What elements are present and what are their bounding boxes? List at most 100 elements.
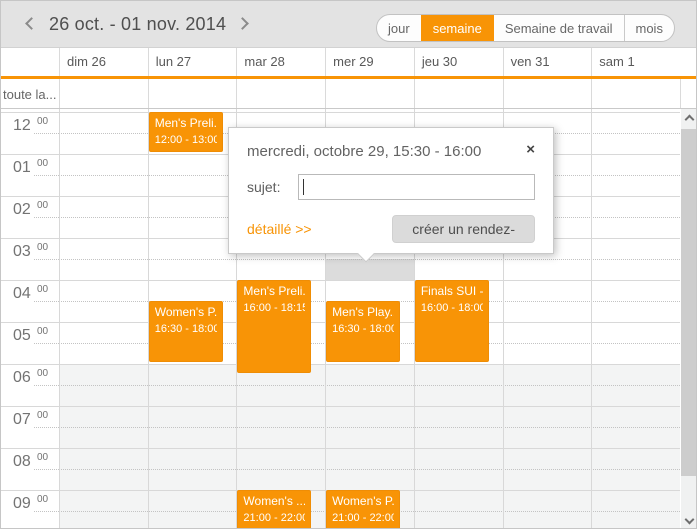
half-hour-line-gutter [34, 217, 59, 218]
hour-minutes-label: 00 [37, 242, 48, 253]
scroll-up-button[interactable] [681, 109, 697, 126]
create-appointment-popup: mercredi, octobre 29, 15:30 - 16:00 × su… [228, 127, 554, 254]
hour-minutes-label: 00 [37, 452, 48, 463]
hour-minutes-label: 00 [37, 158, 48, 169]
subject-label: sujet: [247, 179, 298, 195]
hour-line [1, 280, 680, 281]
hour-minutes-label: 00 [37, 494, 48, 505]
close-icon[interactable]: × [526, 143, 535, 157]
event-title: Finals SUI -... [421, 284, 483, 299]
event[interactable]: Women's P... 16:30 - 18:00 [149, 301, 223, 362]
event-title: Men's Preli... [243, 284, 305, 299]
view-workweek-button[interactable]: Semaine de travail [493, 15, 624, 41]
detail-link[interactable]: détaillé >> [247, 221, 312, 237]
event-title: Women's P... [332, 494, 394, 509]
day-header-cell[interactable]: ven 31 [503, 48, 592, 76]
prev-week-button[interactable] [21, 15, 39, 33]
text-caret [303, 179, 304, 195]
hour-label: 06 [13, 369, 31, 387]
event[interactable]: Finals SUI -...16:00 - 18:00 [415, 280, 489, 362]
view-month-button[interactable]: mois [624, 15, 674, 41]
all-day-row[interactable]: toute la... [1, 79, 696, 109]
popup-title: mercredi, octobre 29, 15:30 - 16:00 [247, 143, 481, 160]
view-switcher: jour semaine Semaine de travail mois [376, 14, 675, 42]
event[interactable]: Men's Preli...12:00 - 13:00 [149, 112, 223, 152]
hour-minutes-label: 00 [37, 326, 48, 337]
column-line [591, 109, 592, 529]
day-header-cell[interactable]: dim 26 [59, 48, 148, 76]
event[interactable]: Men's Preli...16:00 - 18:15 [237, 280, 311, 373]
half-hour-line-gutter [34, 301, 59, 302]
chevron-right-icon [236, 17, 249, 30]
date-range-title: 26 oct. - 01 nov. 2014 [49, 14, 226, 35]
day-header-cell[interactable]: mer 29 [325, 48, 414, 76]
hour-label: 07 [13, 411, 31, 429]
event-title: Women's ... [243, 494, 305, 509]
scheduler-toolbar: 26 oct. - 01 nov. 2014 jour semaine Sema… [1, 1, 696, 48]
day-header-cell[interactable]: jeu 30 [414, 48, 503, 76]
event-time: 21:00 - 22:00 [332, 511, 394, 525]
all-day-cell[interactable] [59, 79, 148, 108]
vertical-scrollbar[interactable] [681, 109, 697, 529]
half-hour-line-gutter [34, 343, 59, 344]
popup-form-row: sujet: [247, 174, 535, 200]
half-hour-line-gutter [34, 175, 59, 176]
all-day-cell[interactable] [414, 79, 503, 108]
popup-header: mercredi, octobre 29, 15:30 - 16:00 × [247, 143, 535, 160]
half-hour-line-gutter [34, 259, 59, 260]
hour-line [1, 112, 680, 113]
create-appointment-button[interactable]: créer un rendez- [392, 215, 535, 243]
scroll-down-button[interactable] [681, 513, 697, 529]
event-time: 21:00 - 22:00 [243, 511, 305, 525]
event[interactable]: Women's ... 21:00 - 22:00 [237, 490, 311, 529]
all-day-cell[interactable] [148, 79, 237, 108]
event[interactable]: Men's Play...16:30 - 18:00 [326, 301, 400, 362]
hour-label: 05 [13, 327, 31, 345]
scrollbar-thumb[interactable] [681, 129, 697, 476]
hour-line [1, 364, 680, 365]
half-hour-line-gutter [34, 511, 59, 512]
hour-minutes-label: 00 [37, 200, 48, 211]
popup-footer: détaillé >> créer un rendez- [247, 215, 535, 243]
hour-label: 09 [13, 495, 31, 513]
hour-label: 01 [13, 159, 31, 177]
hour-minutes-label: 00 [37, 410, 48, 421]
all-day-label: toute la... [3, 87, 56, 102]
subject-input[interactable] [298, 174, 535, 200]
all-day-cell[interactable] [503, 79, 592, 108]
view-week-button[interactable]: semaine [421, 15, 493, 41]
selected-time-slot[interactable] [326, 259, 414, 280]
event-title: Men's Preli... [155, 116, 217, 131]
all-day-cell[interactable] [325, 79, 414, 108]
chevron-down-icon [685, 515, 695, 525]
hour-label: 04 [13, 285, 31, 303]
day-header-cell[interactable]: lun 27 [148, 48, 237, 76]
hour-label: 02 [13, 201, 31, 219]
half-hour-line-gutter [34, 133, 59, 134]
event-title: Men's Play... [332, 305, 394, 320]
event-title: Women's P... [155, 305, 217, 320]
hour-line [1, 448, 680, 449]
half-hour-line-gutter [34, 469, 59, 470]
hour-label: 12 [13, 117, 31, 135]
day-header-cell[interactable]: mar 28 [236, 48, 325, 76]
hour-minutes-label: 00 [37, 368, 48, 379]
event-time: 16:30 - 18:00 [155, 322, 217, 336]
half-hour-line [59, 469, 680, 470]
day-header-cell[interactable]: sam 1 [591, 48, 680, 76]
next-week-button[interactable] [236, 15, 254, 33]
hour-minutes-label: 00 [37, 116, 48, 127]
view-day-button[interactable]: jour [377, 15, 421, 41]
column-line [59, 109, 60, 529]
half-hour-line [59, 427, 680, 428]
half-hour-line [59, 259, 680, 260]
half-hour-line-gutter [34, 427, 59, 428]
all-day-cell[interactable] [236, 79, 325, 108]
half-hour-line [59, 385, 680, 386]
hour-line [1, 406, 680, 407]
day-header-row: dim 26lun 27mar 28mer 29jeu 30ven 31sam … [1, 48, 696, 76]
all-day-cell[interactable] [591, 79, 680, 108]
all-day-cell-end [680, 79, 681, 108]
half-hour-line-gutter [34, 385, 59, 386]
event[interactable]: Women's P... 21:00 - 22:00 [326, 490, 400, 529]
